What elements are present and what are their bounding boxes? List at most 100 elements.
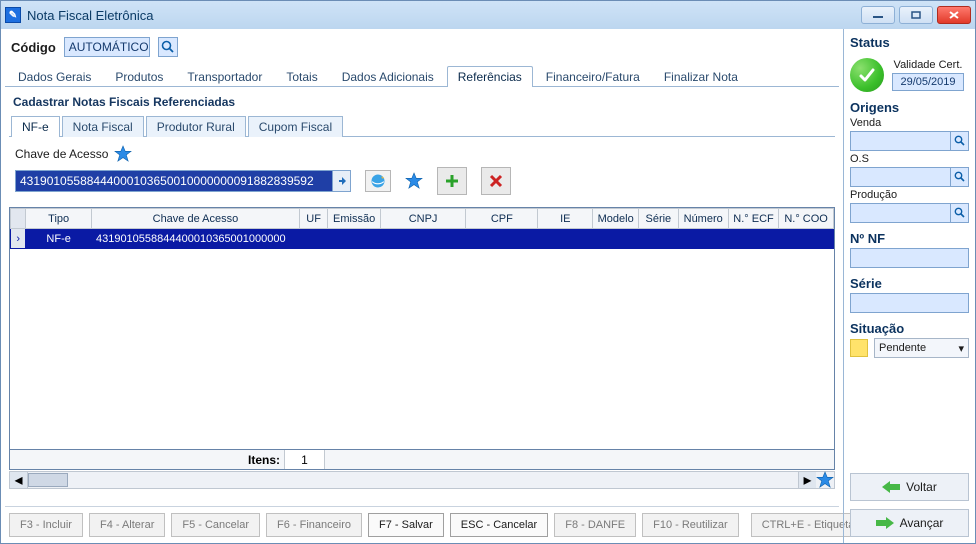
chave-label: Chave de Acesso	[15, 147, 108, 161]
situacao-title: Situação	[850, 321, 969, 336]
browser-lookup-button[interactable]	[365, 170, 391, 192]
tab-produtos[interactable]: Produtos	[104, 66, 174, 87]
origens-producao-label: Produção	[850, 189, 969, 201]
table-cell[interactable]	[380, 229, 465, 249]
grid-header[interactable]: N.° ECF	[728, 209, 778, 229]
chave-dropdown-button[interactable]	[332, 171, 350, 191]
tab-referencias[interactable]: Referências	[447, 66, 533, 87]
scroll-thumb[interactable]	[28, 473, 68, 487]
situacao-value: Pendente	[879, 342, 926, 354]
dropdown-arrow-icon	[336, 175, 348, 187]
close-button[interactable]	[937, 6, 971, 24]
nf-input[interactable]	[850, 248, 969, 268]
table-cell[interactable]	[779, 229, 834, 249]
fn-f4-alterar: F4 - Alterar	[89, 513, 165, 537]
situacao-select[interactable]: Pendente ▾	[874, 338, 969, 358]
origens-os-label: O.S	[850, 153, 969, 165]
references-grid[interactable]: TipoChave de AcessoUFEmissãoCNPJCPFIEMod…	[9, 207, 835, 450]
cert-date[interactable]: 29/05/2019	[892, 73, 964, 91]
nf-title: Nº NF	[850, 231, 969, 246]
fn-f6-financeiro: F6 - Financeiro	[266, 513, 362, 537]
origens-os-input[interactable]	[850, 167, 969, 187]
chevron-down-icon: ▾	[958, 342, 964, 355]
grid-header[interactable]: UF	[299, 209, 327, 229]
codigo-search-button[interactable]	[158, 37, 178, 57]
fn-f10-reutilizar: F10 - Reutilizar	[642, 513, 739, 537]
itens-count: 1	[285, 450, 325, 469]
next-button[interactable]: Avançar	[850, 509, 969, 537]
status-title: Status	[850, 35, 969, 50]
tab-transportador[interactable]: Transportador	[176, 66, 273, 87]
star-icon	[405, 172, 423, 190]
sub-tabs: NF-e Nota Fiscal Produtor Rural Cupom Fi…	[9, 115, 835, 137]
grid-header[interactable]: Emissão	[328, 209, 381, 229]
subtab-produtor-rural[interactable]: Produtor Rural	[146, 116, 246, 137]
grid-header[interactable]: IE	[538, 209, 593, 229]
fn-esc-cancelar[interactable]: ESC - Cancelar	[450, 513, 548, 537]
itens-summary: Itens: 1	[9, 450, 835, 470]
scroll-left-button[interactable]: ◂	[10, 472, 28, 488]
grid-header[interactable]: Série	[639, 209, 678, 229]
grid-header[interactable]: Chave de Acesso	[91, 209, 299, 229]
grid-header[interactable]: CNPJ	[380, 209, 465, 229]
arrow-left-icon	[882, 481, 900, 493]
x-icon	[490, 175, 502, 187]
origens-title: Origens	[850, 100, 969, 115]
origens-venda-label: Venda	[850, 117, 969, 129]
grid-header[interactable]: N.° COO	[779, 209, 834, 229]
minimize-button[interactable]	[861, 6, 895, 24]
arrow-right-icon	[876, 517, 894, 529]
tab-dados-gerais[interactable]: Dados Gerais	[7, 66, 102, 87]
grid-header[interactable]: Número	[678, 209, 728, 229]
chave-input[interactable]	[15, 170, 351, 192]
serie-input[interactable]	[850, 293, 969, 313]
star-icon	[114, 145, 132, 163]
add-reference-button[interactable]	[437, 167, 467, 195]
fn-f3-incluir: F3 - Incluir	[9, 513, 83, 537]
grid-hscrollbar[interactable]: ◂ ▸	[9, 471, 835, 489]
main-tabs: Dados Gerais Produtos Transportador Tota…	[5, 65, 839, 87]
codigo-input[interactable]: AUTOMÁTICO	[64, 37, 150, 57]
itens-label: Itens:	[10, 450, 285, 469]
subtab-cupom-fiscal[interactable]: Cupom Fiscal	[248, 116, 343, 137]
table-cell[interactable]: 4319010558844400010365001000000	[91, 229, 299, 249]
cert-label: Validade Cert.	[892, 59, 964, 71]
origens-producao-input[interactable]	[850, 203, 969, 223]
back-button[interactable]: Voltar	[850, 473, 969, 501]
magnifier-icon	[954, 207, 966, 219]
table-row[interactable]: ›NF-e4319010558844400010365001000000	[11, 229, 834, 249]
remove-reference-button[interactable]	[481, 167, 511, 195]
scroll-track[interactable]	[28, 472, 798, 488]
subtab-nfe[interactable]: NF-e	[11, 116, 60, 137]
table-cell[interactable]	[328, 229, 381, 249]
table-cell[interactable]: NF-e	[26, 229, 92, 249]
table-cell[interactable]	[593, 229, 639, 249]
next-label: Avançar	[900, 516, 944, 530]
grid-header[interactable]: CPF	[466, 209, 538, 229]
tab-financeiro[interactable]: Financeiro/Fatura	[535, 66, 651, 87]
chave-input-field[interactable]	[16, 171, 332, 191]
table-cell[interactable]	[728, 229, 778, 249]
grid-header[interactable]: Modelo	[593, 209, 639, 229]
grid-header[interactable]: Tipo	[26, 209, 92, 229]
window-title: Nota Fiscal Eletrônica	[27, 8, 861, 23]
magnifier-icon	[954, 135, 966, 147]
scroll-right-button[interactable]: ▸	[798, 472, 816, 488]
table-cell[interactable]	[538, 229, 593, 249]
section-title: Cadastrar Notas Fiscais Referenciadas	[9, 93, 835, 115]
codigo-label: Código	[11, 40, 56, 55]
check-icon	[857, 65, 877, 85]
tab-finalizar[interactable]: Finalizar Nota	[653, 66, 749, 87]
table-cell[interactable]	[299, 229, 327, 249]
cert-ok-icon	[850, 58, 884, 92]
plus-icon	[445, 174, 459, 188]
table-cell[interactable]	[678, 229, 728, 249]
tab-totais[interactable]: Totais	[275, 66, 328, 87]
table-cell[interactable]	[466, 229, 538, 249]
table-cell[interactable]	[639, 229, 678, 249]
fn-f7-salvar[interactable]: F7 - Salvar	[368, 513, 444, 537]
tab-dados-adicionais[interactable]: Dados Adicionais	[331, 66, 445, 87]
subtab-nota-fiscal[interactable]: Nota Fiscal	[62, 116, 144, 137]
origens-venda-input[interactable]	[850, 131, 969, 151]
maximize-button[interactable]	[899, 6, 933, 24]
